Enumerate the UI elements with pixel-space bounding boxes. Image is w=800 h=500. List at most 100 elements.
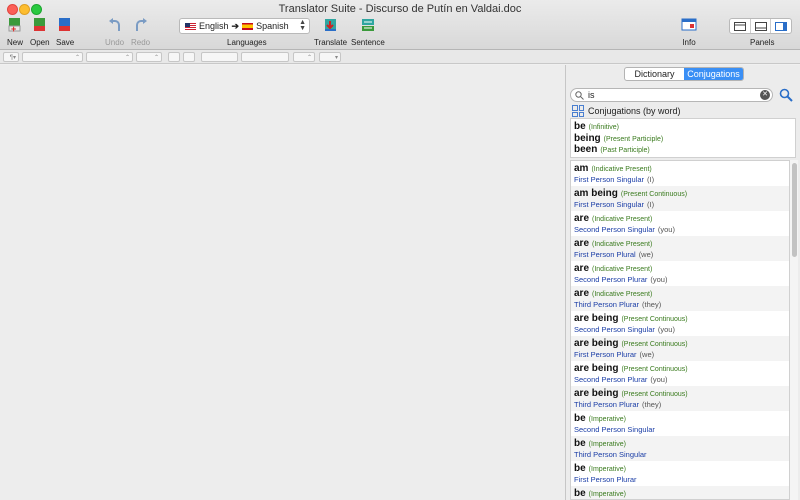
side-panel: Dictionary Conjugations is ✕ Conjugation…: [565, 65, 800, 500]
conjugation-mode[interactable]: Conjugations (by word): [572, 105, 681, 117]
tense-label: (Present Continuous): [621, 316, 688, 323]
list-item[interactable]: am being (Present Continuous) First Perso…: [571, 186, 789, 211]
pronoun-label: (they): [642, 300, 662, 309]
conjugation-list[interactable]: am (Indicative Present) First Person Sing…: [570, 160, 790, 500]
chevron-updown-icon: ▲ ▼: [299, 19, 306, 32]
document-editor[interactable]: [0, 65, 565, 500]
list-item[interactable]: are (Indicative Present) First Person Plu…: [571, 236, 789, 261]
redo-button[interactable]: Redo: [131, 16, 150, 47]
list-item[interactable]: are being (Present Continuous) First Pers…: [571, 336, 789, 361]
pronoun-label: (we): [639, 350, 655, 359]
save-icon: [56, 16, 74, 34]
open-document-icon: [31, 16, 49, 34]
tense-label: (Imperative): [588, 441, 627, 448]
toolbar: Translator Suite - Discurso de Putín en …: [0, 0, 800, 50]
panel-right-button[interactable]: [771, 19, 791, 33]
form-word: been: [574, 144, 598, 155]
font-family-select[interactable]: ⌃: [22, 52, 83, 62]
list-style-select[interactable]: ▾: [319, 52, 341, 62]
tense-label: (Present Continuous): [621, 341, 688, 348]
person-label: First Person Plural: [574, 250, 636, 259]
panel-tabs: Dictionary Conjugations: [624, 67, 744, 81]
conjugated-word: am: [574, 163, 589, 174]
app-window: Translator Suite - Discurso de Putín en …: [0, 0, 800, 500]
tense-label: (Present Continuous): [620, 191, 688, 198]
info-button[interactable]: Info: [680, 16, 698, 47]
conjugated-word: are: [574, 213, 590, 224]
person-label: Second Person Singular: [574, 325, 655, 334]
list-item[interactable]: are (Indicative Present) Second Person Pl…: [571, 261, 789, 286]
panel-bottom-button[interactable]: [751, 19, 772, 33]
conjugated-word: are being: [574, 388, 619, 399]
font-style-select[interactable]: ⌃: [86, 52, 133, 62]
search-input[interactable]: is: [588, 90, 595, 100]
undo-button[interactable]: Undo: [105, 16, 124, 47]
new-document-icon: +: [6, 16, 24, 34]
pronoun-label: (you): [657, 325, 675, 334]
list-item[interactable]: be (Imperative) First Person Plurar: [571, 461, 789, 486]
bold-italic-underline-group[interactable]: [201, 52, 238, 62]
person-label: Third Person Singular: [574, 450, 647, 459]
search-button[interactable]: [779, 88, 793, 105]
list-item[interactable]: be (Imperative) Third Person Singular: [571, 436, 789, 461]
save-button[interactable]: Save: [56, 16, 74, 47]
list-item[interactable]: am (Indicative Present) First Person Sing…: [571, 161, 789, 186]
list-item[interactable]: be (Imperative) Second Person Singular: [571, 411, 789, 436]
panel-layout-top-icon: [733, 21, 746, 31]
open-button[interactable]: Open: [30, 16, 50, 47]
magnifier-icon: [779, 88, 793, 102]
paragraph-style-select[interactable]: ¶▾: [3, 52, 19, 62]
person-label: Second Person Plurar: [574, 275, 648, 284]
clear-search-icon[interactable]: ✕: [760, 90, 770, 100]
tense-label: (Indicative Present): [592, 266, 653, 273]
list-item[interactable]: are (Indicative Present) Third Person Plu…: [571, 286, 789, 311]
tense-label: (Indicative Present): [592, 291, 653, 298]
languages-label: Languages: [227, 38, 267, 47]
text-color-button[interactable]: [168, 52, 180, 62]
conjugated-word: are being: [574, 338, 619, 349]
conjugated-word: are: [574, 238, 590, 249]
tense-label: (Indicative Present): [592, 216, 653, 223]
info-icon: [680, 16, 698, 34]
scrollbar-thumb[interactable]: [792, 163, 797, 257]
panel-top-button[interactable]: [730, 19, 751, 33]
person-label: Second Person Plurar: [574, 375, 648, 384]
person-label: Third Person Plurar: [574, 300, 640, 309]
highlight-color-button[interactable]: [183, 52, 195, 62]
list-item[interactable]: are being (Present Continuous) Third Pers…: [571, 386, 789, 411]
conjugated-word: are being: [574, 313, 619, 324]
panels-segmented-control[interactable]: [729, 18, 792, 34]
list-item[interactable]: are being (Present Continuous) Second Per…: [571, 361, 789, 386]
conjugated-word: are being: [574, 363, 619, 374]
tab-dictionary[interactable]: Dictionary: [625, 68, 684, 80]
tense-label: (Indicative Present): [591, 166, 652, 173]
alignment-group[interactable]: [241, 52, 289, 62]
line-spacing-select[interactable]: ⌃: [293, 52, 315, 62]
undo-icon: [106, 16, 124, 34]
translate-button[interactable]: Translate: [314, 16, 347, 47]
conjugated-word: be: [574, 463, 586, 474]
conjugated-word: am being: [574, 188, 618, 199]
arrow-right-icon: ➔: [231, 20, 240, 31]
search-field[interactable]: is ✕: [570, 88, 773, 102]
sentence-button[interactable]: Sentence: [351, 16, 385, 47]
translate-icon: [322, 16, 340, 34]
panel-layout-right-icon: [775, 21, 788, 31]
person-label: Second Person Singular: [574, 425, 655, 434]
tab-conjugations[interactable]: Conjugations: [684, 68, 743, 80]
infinitive-box: be (Infinitive) being (Present Participle) b…: [570, 118, 796, 158]
list-item[interactable]: are being (Present Continuous) Second Per…: [571, 311, 789, 336]
form-word: being: [574, 132, 601, 144]
conjugation-scrollbar[interactable]: [790, 160, 798, 500]
pronoun-label: (I): [647, 175, 655, 184]
grid-icon: [572, 105, 584, 117]
conjugated-word: be: [574, 488, 586, 499]
tense-label: (Present Continuous): [621, 366, 688, 373]
font-size-select[interactable]: ⌃: [136, 52, 162, 62]
infinitive-row: be (Infinitive): [574, 121, 792, 133]
new-button[interactable]: + New: [6, 16, 24, 47]
format-bar: ¶▾ ⌃ ⌃ ⌃ ⌃ ▾: [0, 50, 800, 64]
language-selector[interactable]: English ➔ Spanish ▲ ▼: [179, 18, 310, 34]
list-item[interactable]: be (Imperative): [571, 486, 789, 499]
list-item[interactable]: are (Indicative Present) Second Person Si…: [571, 211, 789, 236]
